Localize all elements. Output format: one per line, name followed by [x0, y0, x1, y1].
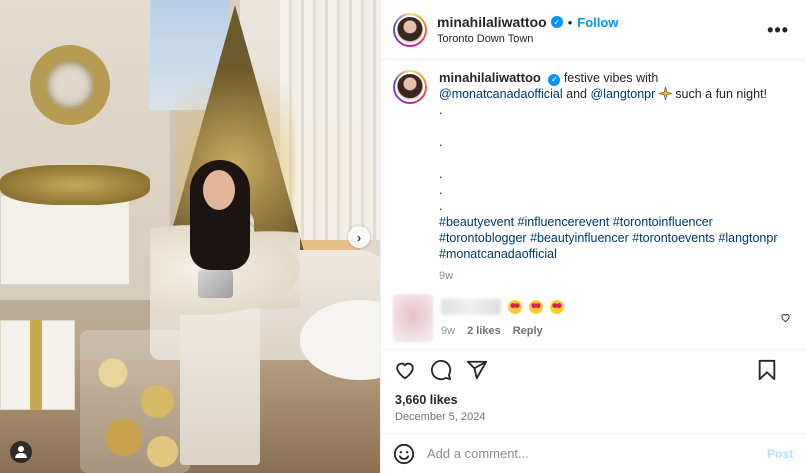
- verified-badge-icon: ✓: [550, 16, 563, 28]
- caption-avatar-ring[interactable]: [393, 70, 427, 104]
- comment-input[interactable]: [427, 446, 767, 461]
- author-avatar-ring[interactable]: [393, 12, 427, 47]
- post-date[interactable]: December 5, 2024: [381, 407, 805, 433]
- photo-ornament-jars: [80, 330, 190, 473]
- share-button[interactable]: [465, 358, 489, 382]
- comment-item: 9w 2 likes Reply: [393, 294, 793, 342]
- author-username[interactable]: minahilaliwattoo: [437, 14, 547, 30]
- caption-text: such a fun night!: [675, 87, 768, 101]
- caption-username[interactable]: minahilaliwattoo: [439, 70, 541, 85]
- comment-like-heart-icon[interactable]: [780, 312, 791, 323]
- comment-time[interactable]: 9w: [441, 325, 455, 337]
- caption-dot: .: [439, 103, 443, 117]
- comment-button[interactable]: [429, 358, 453, 382]
- caption-dot: .: [439, 167, 443, 181]
- comment-composer: Post: [381, 433, 805, 473]
- photo-fireplace: [0, 195, 130, 285]
- photo-handbag: [198, 270, 233, 298]
- heart-eyes-emoji-icon: [507, 300, 522, 315]
- hashtag-link[interactable]: #influencerevent: [518, 215, 610, 229]
- user-tags-button[interactable]: [10, 441, 32, 463]
- post-photo[interactable]: ›: [0, 0, 380, 473]
- hashtag-link[interactable]: #langtonpr: [718, 231, 777, 245]
- comment-meta: 9w 2 likes Reply: [441, 325, 564, 337]
- caption-dot: .: [439, 183, 443, 197]
- commenter-username[interactable]: [441, 299, 501, 316]
- caption-body: minahilaliwattoo ✓ festive vibes with @m…: [439, 70, 779, 284]
- likes-count[interactable]: 3,660 likes: [381, 389, 805, 407]
- caption-time[interactable]: 9w: [439, 268, 779, 284]
- hashtag-link[interactable]: #beautyinfluencer: [530, 231, 629, 245]
- smiley-icon: [393, 443, 415, 464]
- caption: minahilaliwattoo ✓ festive vibes with @m…: [393, 70, 793, 284]
- hashtag-link[interactable]: #beautyevent: [439, 215, 514, 229]
- caption-text: and: [566, 87, 591, 101]
- photo-person-face: [203, 170, 235, 210]
- save-button[interactable]: [755, 358, 779, 382]
- sparkle-emoji-icon: [657, 85, 673, 102]
- paper-plane-icon: [466, 360, 488, 379]
- instagram-post: › minahilaliwattoo ✓ • Follow Toronto Do…: [0, 0, 805, 473]
- comment-line: [441, 298, 564, 316]
- photo-gift-ribbon: [30, 320, 42, 410]
- comment-bubble-icon: [430, 359, 452, 380]
- next-photo-button[interactable]: ›: [348, 226, 370, 248]
- avatar: [395, 72, 425, 102]
- comments-section[interactable]: minahilaliwattoo ✓ festive vibes with @m…: [381, 60, 805, 349]
- mention-link[interactable]: @monatcanadaofficial: [439, 87, 563, 101]
- emoji-picker-button[interactable]: [393, 443, 415, 465]
- post-details: minahilaliwattoo ✓ • Follow Toronto Down…: [380, 0, 805, 473]
- like-button[interactable]: [393, 358, 417, 382]
- header-row: minahilaliwattoo ✓ • Follow: [437, 14, 618, 30]
- chevron-right-icon: ›: [356, 229, 362, 245]
- hashtag-link[interactable]: #monatcanadaofficial: [439, 247, 557, 261]
- header-text: minahilaliwattoo ✓ • Follow Toronto Down…: [437, 14, 618, 45]
- photo-garland: [0, 165, 150, 205]
- heart-icon: [396, 362, 414, 379]
- photo-wreath: [30, 45, 110, 125]
- mention-link[interactable]: @langtonpr: [590, 87, 655, 101]
- separator-dot: •: [567, 14, 573, 30]
- more-options-icon[interactable]: •••: [767, 20, 789, 41]
- verified-badge-icon: ✓: [548, 74, 561, 86]
- comment-likes-count[interactable]: 2 likes: [467, 325, 501, 337]
- hashtag-link[interactable]: #torontoinfluencer: [613, 215, 713, 229]
- action-bar: [381, 349, 805, 389]
- caption-text: festive vibes with: [563, 71, 659, 85]
- hashtag-link[interactable]: #torontoevents: [632, 231, 715, 245]
- caption-dot: .: [439, 199, 443, 213]
- post-location[interactable]: Toronto Down Town: [437, 33, 618, 45]
- avatar: [395, 14, 425, 45]
- post-header: minahilaliwattoo ✓ • Follow Toronto Down…: [381, 0, 805, 60]
- hashtag-link[interactable]: #torontoblogger: [439, 231, 527, 245]
- post-comment-button[interactable]: Post: [767, 447, 793, 461]
- comment-reply-button[interactable]: Reply: [513, 325, 543, 337]
- comment-body: 9w 2 likes Reply: [441, 294, 564, 342]
- caption-dot: .: [439, 135, 443, 149]
- follow-button[interactable]: Follow: [577, 15, 618, 30]
- bookmark-icon: [758, 359, 776, 381]
- commenter-avatar[interactable]: [393, 294, 433, 342]
- heart-eyes-emoji-icon: [549, 300, 564, 315]
- heart-eyes-emoji-icon: [528, 300, 543, 315]
